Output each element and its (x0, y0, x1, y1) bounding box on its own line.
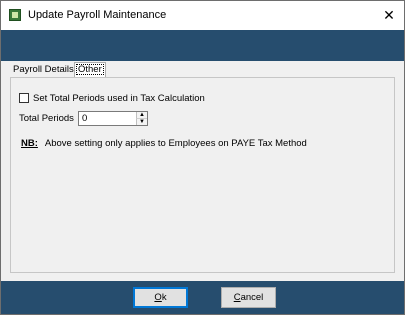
set-periods-checkbox[interactable] (19, 93, 29, 103)
tab-payroll-details[interactable]: Payroll Details (10, 63, 77, 77)
close-icon[interactable]: ✕ (374, 1, 404, 30)
header-band (1, 30, 404, 61)
dialog-content: Payroll Details Other Set Total Periods … (1, 61, 404, 281)
dialog-window: Update Payroll Maintenance ✕ Payroll Det… (0, 0, 405, 315)
spin-down-icon[interactable]: ▼ (136, 118, 147, 125)
ok-label-rest: k (161, 292, 167, 303)
button-bar: Ok Cancel (1, 281, 404, 314)
cancel-accelerator: C (233, 292, 241, 303)
ok-button[interactable]: Ok (133, 287, 188, 308)
cancel-label-rest: ancel (240, 292, 264, 303)
note-label: NB: (21, 138, 38, 149)
set-periods-label[interactable]: Set Total Periods used in Tax Calculatio… (33, 93, 205, 104)
note-text: Above setting only applies to Employees … (44, 138, 307, 149)
title-bar[interactable]: Update Payroll Maintenance ✕ (1, 1, 404, 30)
window-title: Update Payroll Maintenance (28, 9, 167, 21)
tab-other[interactable]: Other (74, 62, 106, 77)
total-periods-label: Total Periods (19, 113, 74, 124)
note: NB: Above setting only applies to Employe… (21, 138, 307, 149)
payroll-app-icon (9, 9, 21, 21)
total-periods-value[interactable]: 0 (82, 113, 87, 124)
total-periods-input[interactable]: 0 ▲ ▼ (78, 111, 148, 126)
ok-accelerator: O (154, 292, 162, 303)
tab-panel-other: Set Total Periods used in Tax Calculatio… (10, 77, 395, 273)
cancel-button[interactable]: Cancel (221, 287, 276, 308)
set-periods-option[interactable]: Set Total Periods used in Tax Calculatio… (19, 93, 205, 104)
